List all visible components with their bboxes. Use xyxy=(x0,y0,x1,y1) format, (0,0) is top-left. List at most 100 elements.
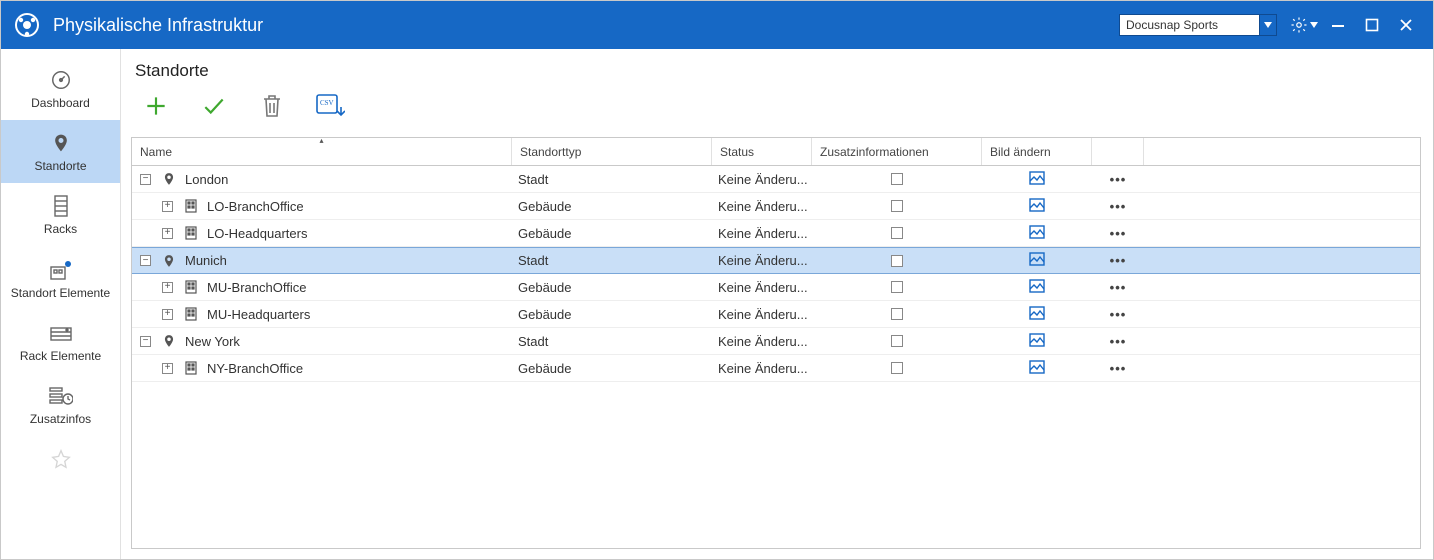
more-actions-button[interactable]: ••• xyxy=(1110,361,1127,376)
image-icon[interactable] xyxy=(1029,333,1045,350)
cell-image xyxy=(982,301,1092,327)
cell-status: Keine Änderu... xyxy=(712,274,812,300)
expand-icon[interactable]: + xyxy=(162,201,173,212)
confirm-button[interactable] xyxy=(199,91,229,121)
minimize-button[interactable] xyxy=(1321,11,1355,39)
cell-extra xyxy=(812,328,982,354)
table-row[interactable]: +NY-BranchOfficeGebäudeKeine Änderu...••… xyxy=(132,355,1420,382)
expand-icon[interactable]: + xyxy=(162,309,173,320)
cell-spacer xyxy=(1144,301,1420,327)
cell-actions: ••• xyxy=(1092,220,1144,246)
nav-label: Zusatzinfos xyxy=(30,413,91,426)
cell-type: Stadt xyxy=(512,328,712,354)
image-icon[interactable] xyxy=(1029,360,1045,377)
col-status-label: Status xyxy=(720,145,754,159)
nav-label: Standorte xyxy=(34,160,86,173)
checkbox[interactable] xyxy=(891,173,903,185)
checkbox[interactable] xyxy=(891,335,903,347)
col-name-label: Name xyxy=(140,145,172,159)
more-actions-button[interactable]: ••• xyxy=(1110,172,1127,187)
more-actions-button[interactable]: ••• xyxy=(1110,280,1127,295)
cell-spacer xyxy=(1144,193,1420,219)
sidebar-item-dashboard[interactable]: Dashboard xyxy=(1,57,120,120)
col-image[interactable]: Bild ändern xyxy=(982,138,1092,165)
tenant-input[interactable] xyxy=(1119,14,1259,36)
tenant-selector[interactable] xyxy=(1119,14,1277,36)
csv-export-button[interactable]: CSV xyxy=(315,91,345,121)
close-button[interactable] xyxy=(1389,11,1423,39)
table-row[interactable]: +MU-BranchOfficeGebäudeKeine Änderu...••… xyxy=(132,274,1420,301)
image-icon[interactable] xyxy=(1029,306,1045,323)
expand-icon[interactable]: + xyxy=(162,282,173,293)
cell-actions: ••• xyxy=(1092,355,1144,381)
nav-label: Racks xyxy=(44,223,77,236)
sidebar-item-standort-elemente[interactable]: Standort Elemente xyxy=(1,247,120,310)
sidebar-item-standorte[interactable]: Standorte xyxy=(1,120,120,183)
image-icon[interactable] xyxy=(1029,225,1045,242)
cell-spacer xyxy=(1144,274,1420,300)
table-row[interactable]: +MU-HeadquartersGebäudeKeine Änderu...••… xyxy=(132,301,1420,328)
pin-icon xyxy=(48,130,74,156)
checkbox[interactable] xyxy=(891,200,903,212)
image-icon[interactable] xyxy=(1029,279,1045,296)
body: Dashboard Standorte Racks Standort Eleme… xyxy=(1,49,1433,559)
collapse-icon[interactable]: − xyxy=(140,336,151,347)
delete-button[interactable] xyxy=(257,91,287,121)
image-icon[interactable] xyxy=(1029,171,1045,188)
row-name-label: New York xyxy=(185,334,240,349)
nav-label: Standort Elemente xyxy=(11,287,110,300)
cell-status: Keine Änderu... xyxy=(712,301,812,327)
col-type[interactable]: Standorttyp xyxy=(512,138,712,165)
table-row[interactable]: +LO-BranchOfficeGebäudeKeine Änderu...••… xyxy=(132,193,1420,220)
more-actions-button[interactable]: ••• xyxy=(1110,199,1127,214)
more-actions-button[interactable]: ••• xyxy=(1110,226,1127,241)
maximize-button[interactable] xyxy=(1355,11,1389,39)
col-extra[interactable]: Zusatzinformationen xyxy=(812,138,982,165)
svg-text:CSV: CSV xyxy=(320,99,334,107)
cell-spacer xyxy=(1144,328,1420,354)
table-row[interactable]: − London StadtKeine Änderu... ••• xyxy=(132,166,1420,193)
cell-type: Gebäude xyxy=(512,301,712,327)
collapse-icon[interactable]: − xyxy=(140,255,151,266)
collapse-icon[interactable]: − xyxy=(140,174,151,185)
checkbox[interactable] xyxy=(891,255,903,267)
cell-type: Gebäude xyxy=(512,274,712,300)
table-row[interactable]: −New YorkStadtKeine Änderu...••• xyxy=(132,328,1420,355)
image-icon[interactable] xyxy=(1029,252,1045,269)
row-name-label: LO-Headquarters xyxy=(207,226,307,241)
image-icon[interactable] xyxy=(1029,198,1045,215)
cell-name: +LO-BranchOffice xyxy=(132,193,512,219)
cell-image xyxy=(982,220,1092,246)
table-row[interactable]: +LO-HeadquartersGebäudeKeine Änderu...••… xyxy=(132,220,1420,247)
checkbox[interactable] xyxy=(891,308,903,320)
cell-status: Keine Änderu... xyxy=(712,166,812,192)
checkbox[interactable] xyxy=(891,362,903,374)
table-row[interactable]: −MunichStadtKeine Änderu...••• xyxy=(132,247,1420,274)
star-icon xyxy=(48,446,74,472)
rack-elements-icon xyxy=(48,320,74,346)
expand-icon[interactable]: + xyxy=(162,363,173,374)
settings-button[interactable] xyxy=(1287,11,1321,39)
row-name-label: London xyxy=(185,172,228,187)
cell-extra xyxy=(812,166,982,192)
more-actions-button[interactable]: ••• xyxy=(1110,307,1127,322)
tenant-dropdown-button[interactable] xyxy=(1259,14,1277,36)
sidebar-item-zusatzinfos[interactable]: Zusatzinfos xyxy=(1,373,120,436)
col-name[interactable]: Name▴ xyxy=(132,138,512,165)
more-actions-button[interactable]: ••• xyxy=(1110,253,1127,268)
expand-icon[interactable]: + xyxy=(162,228,173,239)
col-status[interactable]: Status xyxy=(712,138,812,165)
col-type-label: Standorttyp xyxy=(520,145,581,159)
more-actions-button[interactable]: ••• xyxy=(1110,334,1127,349)
sidebar-item-racks[interactable]: Racks xyxy=(1,183,120,246)
cell-name: +NY-BranchOffice xyxy=(132,355,512,381)
add-button[interactable] xyxy=(141,91,171,121)
sidebar-item-rack-elemente[interactable]: Rack Elemente xyxy=(1,310,120,373)
checkbox[interactable] xyxy=(891,281,903,293)
server-icon xyxy=(48,193,74,219)
checkbox[interactable] xyxy=(891,227,903,239)
cell-image xyxy=(982,193,1092,219)
cell-actions: ••• xyxy=(1092,193,1144,219)
sidebar-item-favorite[interactable] xyxy=(1,436,120,482)
cell-type: Stadt xyxy=(512,166,712,192)
